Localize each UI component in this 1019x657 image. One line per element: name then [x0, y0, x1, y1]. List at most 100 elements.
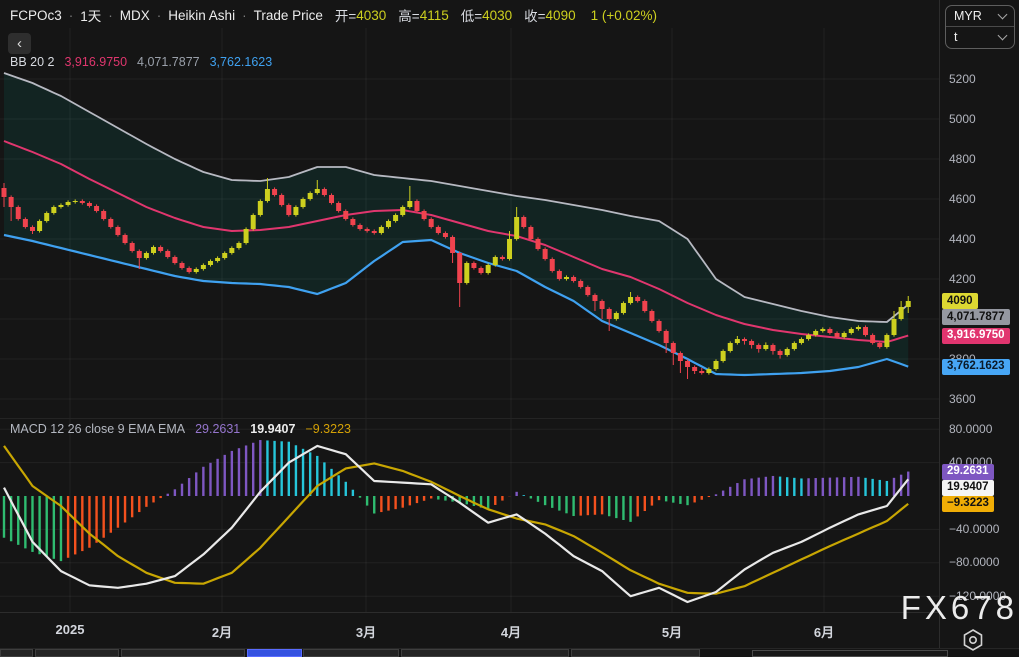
symbol-status-bar: FCPOc3 · 1天 · MDX · Heikin Ashi · Trade … [10, 6, 657, 24]
candle-body [528, 227, 533, 239]
currency-dropdown[interactable]: MYR [946, 6, 1014, 26]
low-label: 低= [461, 5, 482, 25]
scrollbar-segment[interactable] [401, 649, 569, 657]
candle-body [443, 233, 448, 237]
candle-body [386, 221, 391, 227]
candle-body [799, 339, 804, 343]
candle-body [350, 219, 355, 225]
scrollbar-segment[interactable] [0, 649, 33, 657]
bb-indicator-legend[interactable]: BB 20 2 3,916.9750 4,071.7877 3,762.1623 [10, 55, 272, 69]
candle-body [172, 257, 177, 263]
candle-body [464, 263, 469, 283]
unit-dropdown[interactable]: t [946, 26, 1014, 47]
macd-indicator-legend[interactable]: MACD 12 26 close 9 EMA EMA 29.2631 19.94… [10, 422, 351, 436]
pane-divider[interactable] [0, 418, 939, 419]
candle-body [251, 215, 256, 229]
candle-body [728, 343, 733, 351]
chevron-left-icon: ‹ [17, 35, 22, 52]
candle-body [628, 297, 633, 303]
candle-body [479, 268, 484, 273]
candle-body [329, 195, 334, 203]
candle-body [194, 269, 199, 272]
candle-body [607, 309, 612, 319]
candle-body [151, 247, 156, 253]
time-axis-label: 3月 [356, 622, 376, 641]
high-value: 4115 [420, 8, 449, 23]
candle-body [649, 311, 654, 321]
candle-body [30, 227, 35, 231]
candle-body [514, 217, 519, 239]
candle-body [471, 263, 476, 268]
candle-body [884, 335, 889, 347]
scrollbar-segment[interactable] [35, 649, 119, 657]
candle-body [358, 225, 363, 229]
macd-signal-value: −9.3223 [305, 422, 351, 436]
symbol-name[interactable]: FCPOc3 [10, 8, 62, 23]
axis-value-badge: 19.9407 [942, 480, 994, 496]
candle-body [286, 205, 291, 215]
candle-body [820, 329, 825, 331]
axis-tick-label: 4600 [949, 192, 976, 207]
scrollbar-segment[interactable] [121, 649, 245, 657]
candle-body [557, 271, 562, 279]
candle-body [600, 301, 605, 309]
candle-body [436, 227, 441, 233]
candle-body [293, 207, 298, 215]
candle-body [44, 213, 49, 221]
price-axis[interactable]: 52005000480046004400420040003800360080.0… [939, 0, 1019, 648]
low-value: 4030 [482, 8, 512, 23]
axis-tick-label: 5200 [949, 72, 976, 87]
axis-value-badge: 3,762.1623 [942, 359, 1010, 375]
axis-tick-label: 4800 [949, 152, 976, 167]
separator-dot: · [69, 8, 74, 23]
axis-tick-label: −120.0000 [949, 589, 1006, 604]
candle-body [123, 235, 128, 243]
candle-body [678, 353, 683, 361]
axis-tick-label: 4200 [949, 272, 976, 287]
candle-body [635, 297, 640, 301]
time-axis[interactable]: 20252月3月4月5月6月 [0, 612, 1019, 648]
axis-tick-label: 80.0000 [949, 422, 992, 437]
candle-body [564, 277, 569, 279]
candle-body [229, 248, 234, 253]
macd-signal-line [4, 446, 908, 594]
candle-body [94, 206, 99, 211]
candle-body [2, 188, 7, 197]
candle-body [671, 343, 676, 353]
macd-line-value: 19.9407 [250, 422, 295, 436]
candle-body [343, 211, 348, 219]
candle-body [621, 303, 626, 313]
macd-pane[interactable] [0, 418, 939, 612]
candle-body [500, 257, 505, 259]
open-value: 4030 [356, 8, 386, 23]
candle-body [770, 345, 775, 351]
candle-body [614, 313, 619, 319]
bb-title: BB 20 2 [10, 55, 54, 69]
candle-body [813, 331, 818, 335]
candle-body [486, 265, 491, 273]
back-button[interactable]: ‹ [8, 33, 31, 54]
candle-body [158, 247, 163, 251]
scrollbar-segment[interactable] [571, 649, 700, 657]
candle-body [180, 263, 185, 268]
candle-body [792, 343, 797, 349]
candle-body [714, 361, 719, 369]
candle-body [906, 301, 911, 307]
bottom-panel-box[interactable] [752, 650, 948, 657]
currency-value: MYR [954, 9, 982, 23]
bottom-scrollbar[interactable] [0, 648, 1019, 657]
main-price-chart[interactable] [0, 28, 939, 418]
candle-body [493, 257, 498, 265]
axis-tick-label: 5000 [949, 112, 976, 127]
scrollbar-segment[interactable] [303, 649, 399, 657]
scrollbar-active-thumb[interactable] [247, 649, 302, 657]
macd-main-line [4, 446, 908, 602]
candle-body [58, 205, 63, 207]
candle-body [863, 327, 868, 335]
interval-label[interactable]: 1天 [80, 5, 101, 25]
separator-dot: · [108, 8, 113, 23]
candle-body [87, 203, 92, 206]
candle-body [66, 202, 71, 205]
candle-body [842, 333, 847, 337]
candle-body [101, 211, 106, 219]
